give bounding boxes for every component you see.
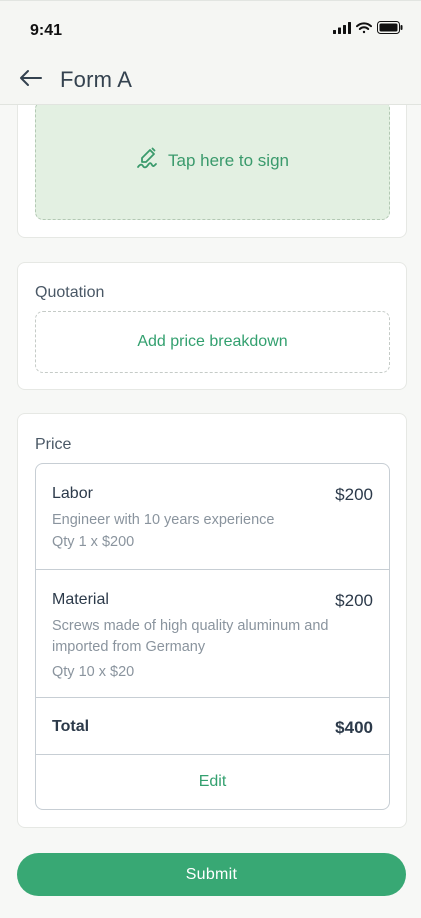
price-item-labor: Labor $200 Engineer with 10 years experi… (36, 464, 389, 570)
form-content: Tap here to sign Quotation Add price bre… (0, 0, 421, 918)
item-amount: $200 (335, 591, 373, 610)
price-total-row: Total $400 (36, 698, 389, 755)
back-arrow-icon (19, 69, 43, 92)
signature-prompt: Tap here to sign (168, 150, 289, 170)
page-title: Form A (60, 67, 133, 92)
status-bar: 9:41 (0, 0, 421, 56)
quotation-card: Quotation Add price breakdown (17, 262, 407, 390)
submit-button[interactable]: Submit (17, 853, 406, 896)
signature-pen-icon (136, 146, 160, 175)
app-header: Form A (0, 56, 421, 105)
signature-pad[interactable]: Tap here to sign (35, 101, 390, 220)
item-description: Screws made of high quality aluminum and… (52, 618, 329, 655)
item-qty: Qty 1 x $200 (52, 534, 135, 550)
status-time: 9:41 (30, 21, 63, 39)
item-description: Engineer with 10 years experience (52, 512, 275, 528)
price-label: Price (35, 436, 72, 453)
back-button[interactable] (18, 67, 44, 93)
price-card: Price Labor $200 Engineer with 10 years … (17, 413, 407, 828)
price-item-material: Material $200 Screws made of high qualit… (36, 570, 389, 698)
total-value: $400 (335, 718, 373, 737)
item-name: Material (52, 591, 109, 608)
edit-price-button[interactable]: Edit (36, 755, 389, 809)
total-label: Total (52, 718, 90, 735)
wifi-icon (356, 21, 372, 39)
price-breakdown-table: Labor $200 Engineer with 10 years experi… (35, 463, 390, 810)
quotation-label: Quotation (35, 284, 105, 301)
item-qty: Qty 10 x $20 (52, 664, 135, 680)
battery-icon (377, 20, 403, 39)
item-amount: $200 (335, 485, 373, 504)
status-icons (333, 20, 403, 39)
item-name: Labor (52, 485, 93, 502)
add-price-breakdown-button[interactable]: Add price breakdown (35, 311, 390, 373)
signal-icon (333, 21, 351, 39)
